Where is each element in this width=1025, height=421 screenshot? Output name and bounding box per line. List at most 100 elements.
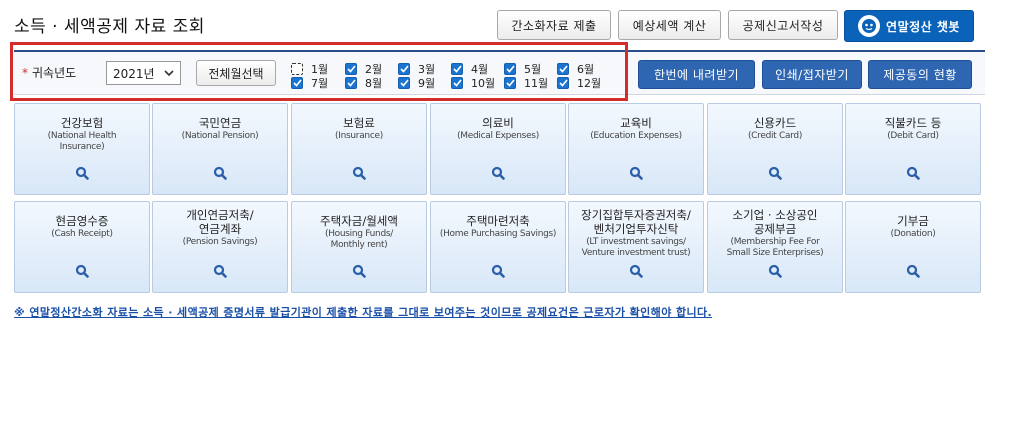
tile-title: 의료비 <box>431 116 565 130</box>
category-tile[interactable]: 직불카드 등 (Debit Card) <box>845 103 981 195</box>
category-tile[interactable]: 의료비 (Medical Expenses) <box>430 103 566 195</box>
search-icon <box>75 166 89 180</box>
month-checkbox-9[interactable]: 9월 <box>398 75 435 91</box>
tile-title: 보험료 <box>292 116 426 130</box>
tile-title-line: 공제부금 <box>753 222 797 236</box>
month-checkbox-10[interactable]: 10월 <box>451 75 495 91</box>
category-tile[interactable]: 건강보험 (National Health Insurance) <box>14 103 150 195</box>
tile-title: 직불카드 등 <box>846 116 980 130</box>
category-tile[interactable]: 신용카드 (Credit Card) <box>707 103 843 195</box>
category-tile[interactable]: 현금영수증 (Cash Receipt) <box>14 201 150 293</box>
select-all-months-button[interactable]: 전체월선택 <box>196 60 276 86</box>
tile-subtitle: (Donation) <box>846 229 980 240</box>
tile-title-line: 벤처기업투자신탁 <box>593 222 679 236</box>
print-button[interactable]: 인쇄/접자받기 <box>762 60 862 89</box>
checkbox-icon <box>291 63 303 75</box>
search-icon <box>768 166 782 180</box>
chatbot-label: 연말정산 챗봇 <box>886 19 960 34</box>
tile-subtitle-line: Venture investment trust) <box>581 248 691 258</box>
tile-subtitle: (Pension Savings) <box>153 237 287 248</box>
tile-title-line: 소기업 · 소상공인 <box>732 208 818 222</box>
category-tile[interactable]: 교육비 (Education Expenses) <box>568 103 704 195</box>
month-checkbox-8[interactable]: 8월 <box>345 75 382 91</box>
search-icon <box>768 264 782 278</box>
chevron-down-icon <box>164 70 174 77</box>
tile-subtitle-line: (National Health <box>47 131 117 141</box>
tile-subtitle: (LT investment savings/Venture investmen… <box>569 237 703 259</box>
tile-title-line: 건강보험 <box>60 116 104 130</box>
checkbox-checked-icon <box>345 63 357 75</box>
tile-title-line: 보험료 <box>343 116 375 130</box>
search-icon <box>491 264 505 278</box>
search-icon <box>629 264 643 278</box>
tile-title: 주택자금/월세액 <box>292 214 426 228</box>
month-checkbox-11[interactable]: 11월 <box>504 75 548 91</box>
tile-title: 건강보험 <box>15 116 149 130</box>
tile-title: 기부금 <box>846 214 980 228</box>
month-label: 11월 <box>524 77 549 90</box>
tile-subtitle-line: Insurance) <box>59 142 105 152</box>
tile-subtitle-line: (Cash Receipt) <box>51 229 113 239</box>
download-all-button[interactable]: 한번에 내려받기 <box>638 60 755 89</box>
checkbox-checked-icon <box>398 63 410 75</box>
required-mark: * <box>22 66 28 80</box>
search-icon <box>213 166 227 180</box>
category-tile[interactable]: 보험료 (Insurance) <box>291 103 427 195</box>
year-select[interactable]: 2021년 <box>106 61 181 85</box>
tile-subtitle-line: (Education Expenses) <box>590 131 682 141</box>
tile-title: 현금영수증 <box>15 214 149 228</box>
checkbox-checked-icon <box>504 63 516 75</box>
search-icon <box>213 264 227 278</box>
category-tile[interactable]: 주택마련저축 (Home Purchasing Savings) <box>430 201 566 293</box>
tile-subtitle-line: (Debit Card) <box>887 131 939 141</box>
tile-title-line: 국민연금 <box>198 116 242 130</box>
tile-subtitle: (Membership Fee For Small Size Enterprise… <box>708 237 842 259</box>
notice-text: ※ 연말정산간소화 자료는 소득 · 세액공제 증명서류 발급기관이 제출한 자… <box>14 306 713 319</box>
tile-subtitle: (Home Purchasing Savings) <box>431 229 565 240</box>
tile-title: 교육비 <box>569 116 703 130</box>
search-icon <box>75 264 89 278</box>
category-tile[interactable]: 소기업 · 소상공인 공제부금 (Membership Fee For Small S… <box>707 201 843 293</box>
tax-estimate-button[interactable]: 예상세액 계산 <box>618 10 721 40</box>
tile-title-line: 직불카드 등 <box>884 116 942 130</box>
consent-status-button[interactable]: 제공동의 현황 <box>868 60 972 89</box>
chatbot-icon <box>858 15 881 37</box>
checkbox-checked-icon <box>345 77 357 89</box>
month-label: 8월 <box>365 77 383 90</box>
category-tile[interactable]: 국민연금 (National Pension) <box>152 103 288 195</box>
tile-title-line: 교육비 <box>620 116 652 130</box>
category-tile[interactable]: 장기집합투자증권저축/벤처기업투자신탁 (LT investment saving… <box>568 201 704 293</box>
checkbox-checked-icon <box>451 63 463 75</box>
tile-subtitle-line: (Donation) <box>890 229 936 239</box>
category-tile[interactable]: 기부금 (Donation) <box>845 201 981 293</box>
simplified-submit-button[interactable]: 간소화자료 제출 <box>497 10 611 40</box>
checkbox-checked-icon <box>504 77 516 89</box>
chatbot-button[interactable]: 연말정산 챗봇 <box>844 10 974 42</box>
tile-subtitle-line: (Home Purchasing Savings) <box>439 229 557 239</box>
checkbox-checked-icon <box>451 77 463 89</box>
tile-subtitle: (Debit Card) <box>846 131 980 142</box>
tile-title: 국민연금 <box>153 116 287 130</box>
tile-title-line: 주택자금/월세액 <box>320 214 398 228</box>
tile-subtitle: (Credit Card) <box>708 131 842 142</box>
tile-subtitle-line: (Pension Savings) <box>182 237 258 247</box>
search-icon <box>352 264 366 278</box>
tile-subtitle-line: Small Size Enterprises) <box>726 248 824 258</box>
deduction-report-button[interactable]: 공제신고서작성 <box>728 10 838 40</box>
month-label: 7월 <box>311 77 329 90</box>
category-tile[interactable]: 주택자금/월세액 (Housing Funds/Monthly rent) <box>291 201 427 293</box>
tile-title-line: 연금계좌 <box>198 222 242 236</box>
tile-title-line: 개인연금저축/ <box>186 208 254 222</box>
tile-title: 신용카드 <box>708 116 842 130</box>
tile-title: 소기업 · 소상공인 공제부금 <box>708 208 842 236</box>
month-checkbox-7[interactable]: 7월 <box>291 75 328 91</box>
tile-title-line: 현금영수증 <box>55 214 109 228</box>
tile-subtitle: (Insurance) <box>292 131 426 142</box>
tile-subtitle: (Medical Expenses) <box>431 131 565 142</box>
tile-title: 주택마련저축 <box>431 214 565 228</box>
tile-title-line: 기부금 <box>897 214 929 228</box>
tile-title-line: 신용카드 <box>753 116 797 130</box>
month-checkbox-12[interactable]: 12월 <box>557 75 601 91</box>
month-label: 12월 <box>577 77 602 90</box>
category-tile[interactable]: 개인연금저축/연금계좌 (Pension Savings) <box>152 201 288 293</box>
